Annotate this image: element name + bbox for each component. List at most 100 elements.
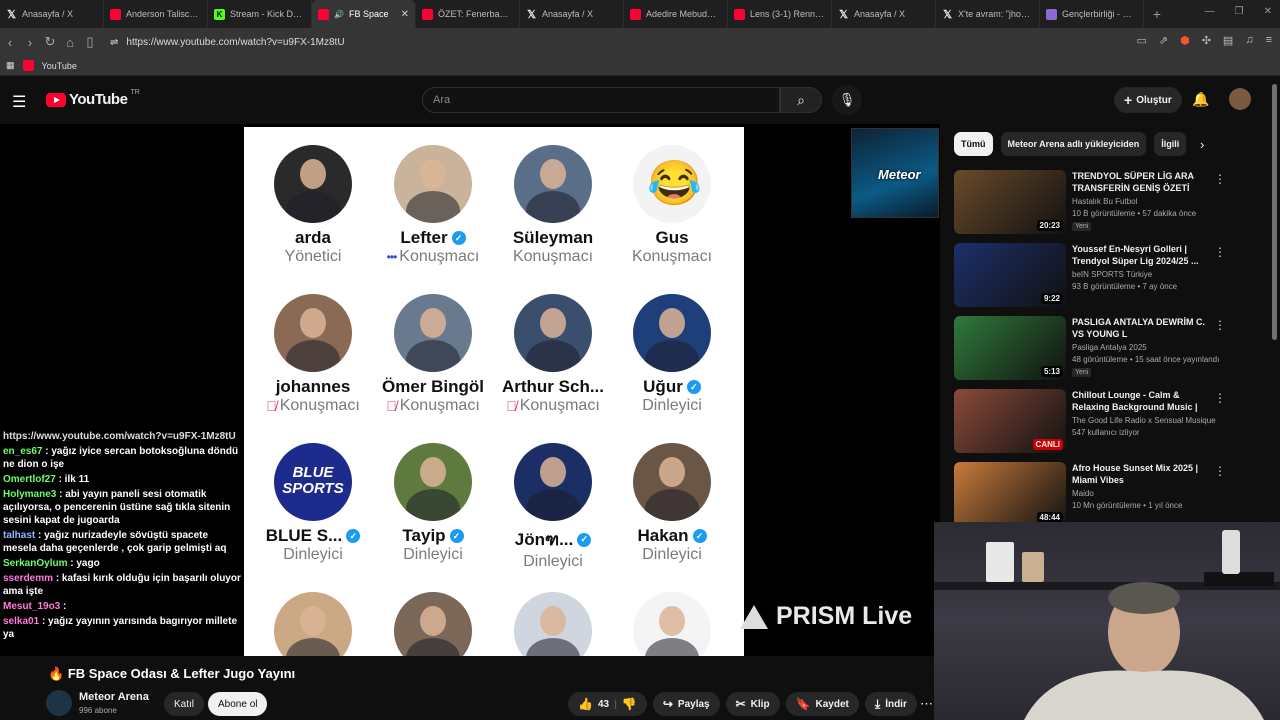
space-participant[interactable] [612,592,732,656]
rec-channel[interactable]: Pasliga Antalya 2025 [1072,343,1147,352]
browser-tab[interactable]: 🔊 FB Space ✕ [312,0,416,28]
notifications-bell-icon[interactable]: 🔔 [1192,91,1209,108]
back-icon[interactable]: ‹ [0,35,20,50]
bookmark-icon[interactable]: ▯ [80,34,100,50]
site-favicon-icon [1046,8,1057,20]
forward-icon[interactable]: › [20,35,40,50]
browser-tab[interactable]: 𝕏 Anasayfa / X [0,0,104,28]
close-window-icon[interactable]: ✕ [1264,6,1272,17]
restore-icon[interactable]: ❐ [1235,6,1244,17]
more-options-icon[interactable]: ⋮ [1214,318,1226,332]
rec-channel[interactable]: Maido [1072,489,1094,498]
extensions-icon[interactable]: ✣ [1202,34,1211,47]
subscribe-button[interactable]: Abone ol [208,692,268,716]
tab-title: FB Space [348,9,389,19]
save-button[interactable]: 🔖 Kaydet [785,692,859,716]
share-page-icon[interactable]: ⇗ [1159,34,1168,47]
avatar-face-shape [300,159,326,189]
like-button[interactable]: 👍 43 | 👎 [568,692,647,716]
channel-name[interactable]: Meteor Arena [79,691,149,703]
space-participant[interactable]: arda Yönetici [253,145,373,266]
recommended-video[interactable]: CANLI Chillout Lounge - Calm & Relaxing B… [954,389,1254,455]
channel-avatar[interactable] [46,690,72,716]
space-participant[interactable]: johannes 🎙̸ Konuşmacı [253,294,373,415]
filter-chip[interactable]: Tümü [954,132,993,156]
space-participant[interactable]: Jönฑ... ✓ Dinleyici [493,443,613,571]
share-button[interactable]: ↪ Paylaş [652,692,720,716]
browser-tab[interactable]: Anderson Talisca Go [104,0,208,28]
close-tab-icon[interactable]: ✕ [401,9,409,20]
recommended-video[interactable]: 9:22 Youssef En-Nesyri Golleri | Trendyol… [954,243,1254,309]
home-icon[interactable]: ⌂ [60,35,80,50]
search-button[interactable]: ⌕ [780,87,822,113]
space-participant[interactable]: Arthur Sch... 🎙̸ Konuşmacı [493,294,613,415]
rec-title: Afro House Sunset Mix 2025 | Miami Vibes [1072,463,1199,485]
browser-tab[interactable]: 𝕏 Anasayfa / X [832,0,936,28]
more-options-icon[interactable]: ⋮ [1214,172,1226,186]
recommended-video[interactable]: 48:44 Afro House Sunset Mix 2025 | Miami … [954,462,1254,528]
browser-tab[interactable]: 𝕏 X'te avram: "jhon du [936,0,1040,28]
space-participant[interactable]: Tayip ✓ Dinleyici [373,443,493,564]
fire-icon: 🔥 [48,666,65,681]
space-participant[interactable]: 😂 Gus Konuşmacı [612,145,732,266]
participant-avatar: 😂 [633,145,711,223]
cast-icon[interactable]: ▭ [1136,34,1146,47]
site-info-icon[interactable]: ⇌ [110,37,118,48]
participant-name: Uğur [643,377,683,396]
space-participant[interactable]: Süleyman Konuşmacı [493,145,613,266]
browser-tab[interactable]: K Stream - Kick Dashb [208,0,312,28]
apps-grid-icon[interactable]: ▦ [6,60,15,71]
minimize-icon[interactable]: — [1205,6,1215,17]
space-participant[interactable]: Hakan ✓ Dinleyici [612,443,732,564]
recommended-video[interactable]: 20:23 TRENDYOL SÜPER LİG ARA TRANSFERİN G… [954,170,1254,236]
reload-icon[interactable]: ↻ [40,34,60,50]
account-avatar[interactable] [1229,88,1251,110]
more-options-icon[interactable]: ⋮ [1214,245,1226,259]
space-participant[interactable]: BLUE SPORTS BLUE S... ✓ Dinleyici [253,443,373,564]
video-thumbnail[interactable]: 9:22 [954,243,1066,307]
menu-icon[interactable]: ☰ [12,92,26,112]
browser-menu-icon[interactable]: ≡ [1266,34,1272,47]
media-icon[interactable]: ♫ [1245,34,1253,47]
browser-tab[interactable]: Adedire Mebude - B [624,0,728,28]
join-button[interactable]: Katıl [164,692,205,716]
chevron-right-icon[interactable]: › [1200,137,1204,152]
rec-channel[interactable]: beIN SPORTS Türkiye [1072,270,1152,279]
page-scrollbar[interactable] [1272,84,1277,340]
video-thumbnail[interactable]: 48:44 [954,462,1066,526]
search-input[interactable]: Ara [422,87,780,113]
audio-playing-icon[interactable]: 🔊 [334,10,344,19]
video-thumbnail[interactable]: 20:23 [954,170,1066,234]
space-participant[interactable]: Uğur ✓ Dinleyici [612,294,732,415]
recommended-video[interactable]: 5:13 PASLIGA ANTALYA DEWRİM C. VS YOUNG L… [954,316,1254,382]
more-options-icon[interactable]: ⋮ [1214,391,1226,405]
browser-tab[interactable]: 𝕏 Anasayfa / X [520,0,624,28]
space-participant[interactable]: Ömer Bingöl 🎙̸ Konuşmacı [373,294,493,415]
filter-chip[interactable]: İlgili [1154,132,1187,156]
browser-tab[interactable]: Gençlerbirliği - Fene [1040,0,1144,28]
browser-tab[interactable]: ÖZET: Fenerbahçe 1 [416,0,520,28]
clip-button[interactable]: ✂ Klip [725,692,780,716]
url-field[interactable]: ⇌ https://www.youtube.com/watch?v=u9FX-1… [110,37,345,48]
space-participant[interactable] [493,592,613,656]
filter-chip[interactable]: Meteor Arena adlı yükleyiciden [1000,132,1147,156]
space-participant[interactable]: Lefter ✓ ••• Konuşmacı [373,145,493,266]
sidebar-icon[interactable]: ▤ [1223,34,1233,47]
thumbs-down-icon[interactable]: 👎 [622,697,637,711]
brave-shield-icon[interactable]: ⬢ [1180,34,1190,47]
rec-channel[interactable]: The Good Life Radio x Sensual Musique [1072,416,1216,425]
bookmark-youtube[interactable]: YouTube [42,61,77,71]
space-participant[interactable] [253,592,373,656]
video-thumbnail[interactable]: 5:13 [954,316,1066,380]
youtube-logo[interactable]: YouTube TR [46,89,140,108]
more-actions-icon[interactable]: ⋯ [920,696,933,712]
new-tab-button[interactable]: + [1144,0,1170,28]
more-options-icon[interactable]: ⋮ [1214,464,1226,478]
rec-channel[interactable]: Hastalık Bu Futbol [1072,197,1137,206]
video-thumbnail[interactable]: CANLI [954,389,1066,453]
space-participant[interactable] [373,592,493,656]
download-button[interactable]: ⤓ İndir [864,692,917,716]
browser-tab[interactable]: Lens (3-1) Rennes | [728,0,832,28]
voice-search-button[interactable]: 🎙 [832,85,862,115]
create-button[interactable]: + Oluştur [1114,87,1182,113]
